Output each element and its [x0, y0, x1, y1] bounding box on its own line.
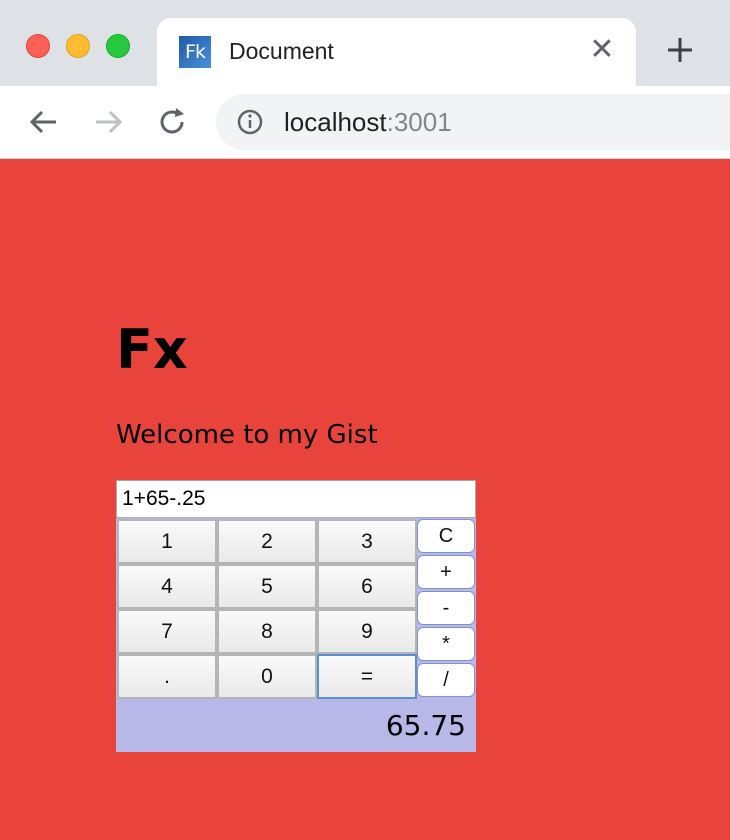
- subtract-button[interactable]: -: [417, 591, 475, 625]
- tab-title: Document: [229, 38, 334, 64]
- calculator-keypad: 1 2 3 4 5 6 7 8 9 . 0 = C + - * /: [116, 518, 476, 700]
- clear-button[interactable]: C: [417, 519, 475, 553]
- key-4[interactable]: 4: [117, 564, 217, 609]
- key-9[interactable]: 9: [317, 609, 417, 654]
- key-3[interactable]: 3: [317, 519, 417, 564]
- reload-icon[interactable]: [154, 104, 190, 140]
- new-tab-icon[interactable]: [662, 32, 698, 68]
- calculator: 1 2 3 4 5 6 7 8 9 . 0 = C + - * / 65.75: [116, 480, 476, 752]
- address-bar[interactable]: localhost:3001: [216, 94, 730, 150]
- url-port: :3001: [386, 107, 452, 137]
- key-1[interactable]: 1: [117, 519, 217, 564]
- tab-close-icon[interactable]: ✕: [586, 34, 618, 66]
- welcome-text: Welcome to my Gist: [116, 420, 378, 450]
- key-7[interactable]: 7: [117, 609, 217, 654]
- favicon-icon: Fk: [179, 36, 211, 68]
- multiply-button[interactable]: *: [417, 627, 475, 661]
- key-2[interactable]: 2: [217, 519, 317, 564]
- add-button[interactable]: +: [417, 555, 475, 589]
- url-host: localhost: [284, 107, 387, 137]
- info-icon[interactable]: [236, 108, 264, 136]
- key-equals[interactable]: =: [317, 654, 417, 699]
- browser-tab[interactable]: Fk Document ✕: [157, 18, 636, 86]
- key-decimal[interactable]: .: [117, 654, 217, 699]
- calculator-display-input[interactable]: [116, 480, 476, 518]
- key-0[interactable]: 0: [217, 654, 317, 699]
- page-title: Fx: [116, 318, 188, 381]
- key-6[interactable]: 6: [317, 564, 417, 609]
- minimize-window-button[interactable]: [66, 34, 90, 58]
- forward-arrow-icon[interactable]: [90, 104, 126, 140]
- maximize-window-button[interactable]: [106, 34, 130, 58]
- url-text: localhost:3001: [284, 107, 452, 138]
- close-window-button[interactable]: [26, 34, 50, 58]
- key-5[interactable]: 5: [217, 564, 317, 609]
- key-8[interactable]: 8: [217, 609, 317, 654]
- back-arrow-icon[interactable]: [26, 104, 62, 140]
- tab-bar: Fk Document ✕: [0, 0, 730, 86]
- calculator-result: 65.75: [116, 700, 476, 752]
- divide-button[interactable]: /: [417, 663, 475, 697]
- browser-toolbar: localhost:3001: [0, 86, 730, 159]
